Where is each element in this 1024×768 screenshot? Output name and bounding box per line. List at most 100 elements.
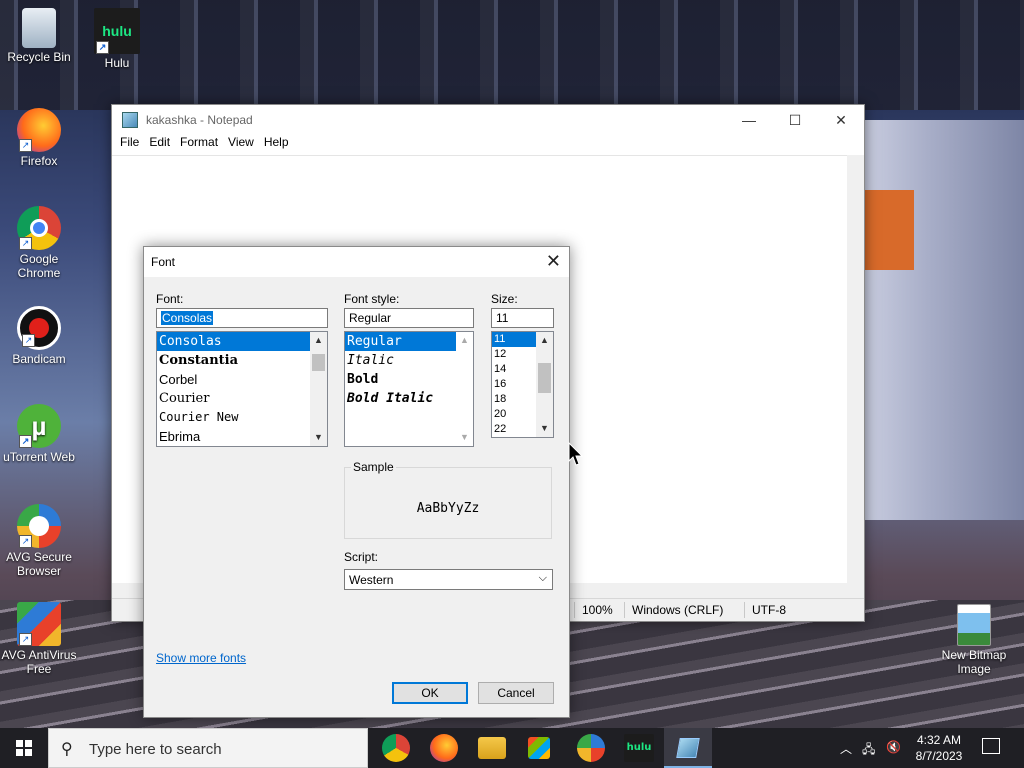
scroll-down-arrow-icon[interactable]: ▼: [310, 429, 327, 446]
font-style-input[interactable]: Regular: [344, 308, 474, 328]
font-size-input[interactable]: 11: [491, 308, 554, 328]
taskbar-hulu-icon[interactable]: hulu: [624, 734, 654, 762]
font-size-list[interactable]: 11 12 14 16 18 20 22 ▲ ▼: [491, 331, 554, 438]
menu-edit[interactable]: Edit: [149, 135, 178, 155]
desktop-icon-new-bitmap-image[interactable]: New Bitmap Image: [936, 604, 1012, 676]
script-label: Script:: [344, 550, 379, 564]
desktop-icon-avg-secure-browser[interactable]: ↗ AVG Secure Browser: [1, 504, 77, 578]
scroll-down-arrow-icon[interactable]: ▼: [536, 420, 553, 437]
font-option-consolas[interactable]: Consolas: [157, 332, 327, 351]
show-more-fonts-link[interactable]: Show more fonts: [156, 651, 246, 665]
size-list-scrollbar[interactable]: ▲ ▼: [536, 332, 553, 437]
font-option-courier[interactable]: Courier: [157, 389, 327, 408]
shortcut-arrow-icon: ↗: [22, 334, 35, 347]
windows-logo-icon: [16, 740, 32, 756]
notepad-titlebar[interactable]: kakashka - Notepad — ☐ ✕: [112, 105, 864, 135]
font-name-list[interactable]: Consolas Constantia Corbel Courier Couri…: [156, 331, 328, 447]
cancel-button[interactable]: Cancel: [478, 682, 554, 704]
size-label: Size:: [491, 292, 518, 306]
bandicam-icon: ↗: [17, 306, 61, 350]
style-option-bold[interactable]: Bold: [345, 370, 473, 389]
style-list-scrollbar[interactable]: ▲ ▼: [456, 332, 473, 446]
scroll-up-arrow-icon[interactable]: ▲: [310, 332, 327, 349]
search-placeholder: Type here to search: [89, 741, 222, 758]
desktop-icon-label: New Bitmap Image: [941, 648, 1007, 676]
font-option-ebrima[interactable]: Ebrima: [157, 427, 327, 446]
desktop-icon-label: Recycle Bin: [7, 50, 71, 64]
utorrent-icon: µ ↗: [17, 404, 61, 448]
font-option-corbel[interactable]: Corbel: [157, 370, 327, 389]
taskbar-search-box[interactable]: ⚲ Type here to search: [48, 728, 368, 768]
status-divider: [624, 602, 625, 618]
status-zoom: 100%: [582, 603, 613, 617]
desktop-icon-recycle-bin[interactable]: Recycle Bin: [1, 8, 77, 64]
close-button[interactable]: ✕: [818, 112, 864, 129]
notepad-title: kakashka - Notepad: [146, 113, 253, 127]
taskbar: ⚲ Type here to search hulu ︿ 🖧 🔇 4:32 AM…: [0, 728, 1024, 768]
desktop-icon-avg-antivirus-free[interactable]: ↗ AVG AntiVirus Free: [1, 602, 77, 676]
notifications-icon[interactable]: [982, 738, 1000, 754]
menu-format[interactable]: Format: [180, 135, 226, 155]
desktop-icon-hulu[interactable]: hulu ↗ Hulu: [79, 8, 155, 70]
network-icon[interactable]: 🖧: [862, 740, 875, 761]
scroll-up-arrow-icon[interactable]: ▲: [456, 332, 473, 349]
bitmap-file-icon: [957, 604, 991, 646]
shortcut-arrow-icon: ↗: [19, 237, 32, 250]
avg-secure-browser-icon: ↗: [17, 504, 61, 548]
desktop-icon-google-chrome[interactable]: ↗ Google Chrome: [1, 206, 77, 280]
desktop-icon-firefox[interactable]: ↗ Firefox: [1, 108, 77, 168]
font-size-value: 11: [496, 311, 509, 325]
style-option-bold-italic[interactable]: Bold Italic: [345, 389, 473, 408]
desktop-icon-utorrent-web[interactable]: µ ↗ uTorrent Web: [1, 404, 77, 464]
style-option-regular[interactable]: Regular: [345, 332, 473, 351]
status-encoding: UTF-8: [752, 603, 786, 617]
taskbar-clock[interactable]: 4:32 AM 8/7/2023: [900, 732, 978, 764]
taskbar-notepad-button[interactable]: [664, 728, 712, 768]
recycle-bin-icon: [22, 8, 56, 48]
sample-group: Sample AaBbYyZz: [344, 460, 552, 539]
sample-text: AaBbYyZz: [416, 501, 480, 516]
ok-button[interactable]: OK: [392, 682, 468, 704]
font-name-input[interactable]: Consolas: [156, 308, 328, 328]
taskbar-avg-browser-icon[interactable]: [577, 734, 605, 762]
maximize-button[interactable]: ☐: [772, 112, 818, 129]
style-option-italic[interactable]: Italic: [345, 351, 473, 370]
hulu-logo-text: hulu: [102, 23, 132, 39]
menu-help[interactable]: Help: [264, 135, 297, 155]
desktop-icon-label: Bandicam: [12, 352, 66, 366]
status-divider: [574, 602, 575, 618]
taskbar-store-icon[interactable]: [528, 737, 550, 759]
font-list-scrollbar[interactable]: ▲ ▼: [310, 332, 327, 446]
desktop-icon-bandicam[interactable]: ↗ Bandicam: [1, 306, 77, 366]
chevron-down-icon: ⌵: [538, 572, 547, 584]
taskbar-chrome-icon[interactable]: [382, 734, 410, 762]
taskbar-firefox-icon[interactable]: [430, 734, 458, 762]
start-button[interactable]: [0, 728, 48, 768]
menu-view[interactable]: View: [228, 135, 262, 155]
status-divider: [744, 602, 745, 618]
avg-antivirus-icon: ↗: [17, 602, 61, 646]
mouse-cursor-icon: [568, 442, 584, 466]
menu-file[interactable]: File: [120, 135, 147, 155]
desktop-icon-label: uTorrent Web: [3, 450, 75, 464]
shortcut-arrow-icon: ↗: [19, 535, 32, 548]
font-dialog-close-button[interactable]: ✕: [546, 251, 561, 272]
minimize-button[interactable]: —: [726, 112, 772, 129]
show-hidden-icons-chevron-up-icon[interactable]: ︿: [840, 740, 852, 757]
scroll-thumb[interactable]: [538, 363, 551, 393]
taskbar-file-explorer-icon[interactable]: [478, 737, 506, 759]
search-icon: ⚲: [61, 739, 73, 758]
font-dialog-titlebar[interactable]: Font ✕: [144, 247, 569, 277]
font-option-courier-new[interactable]: Courier New: [157, 408, 327, 427]
font-option-constantia[interactable]: Constantia: [157, 351, 327, 370]
font-style-list[interactable]: Regular Italic Bold Bold Italic ▲ ▼: [344, 331, 474, 447]
script-select[interactable]: Western ⌵: [344, 569, 553, 590]
desktop-icon-label: Firefox: [20, 154, 58, 168]
font-label: Font:: [156, 292, 184, 306]
scroll-up-arrow-icon[interactable]: ▲: [536, 332, 553, 349]
volume-muted-icon[interactable]: 🔇: [886, 740, 901, 754]
chrome-icon: ↗: [17, 206, 61, 250]
scroll-down-arrow-icon[interactable]: ▼: [456, 429, 473, 446]
vertical-scrollbar[interactable]: [847, 155, 864, 583]
scroll-thumb[interactable]: [312, 354, 325, 371]
